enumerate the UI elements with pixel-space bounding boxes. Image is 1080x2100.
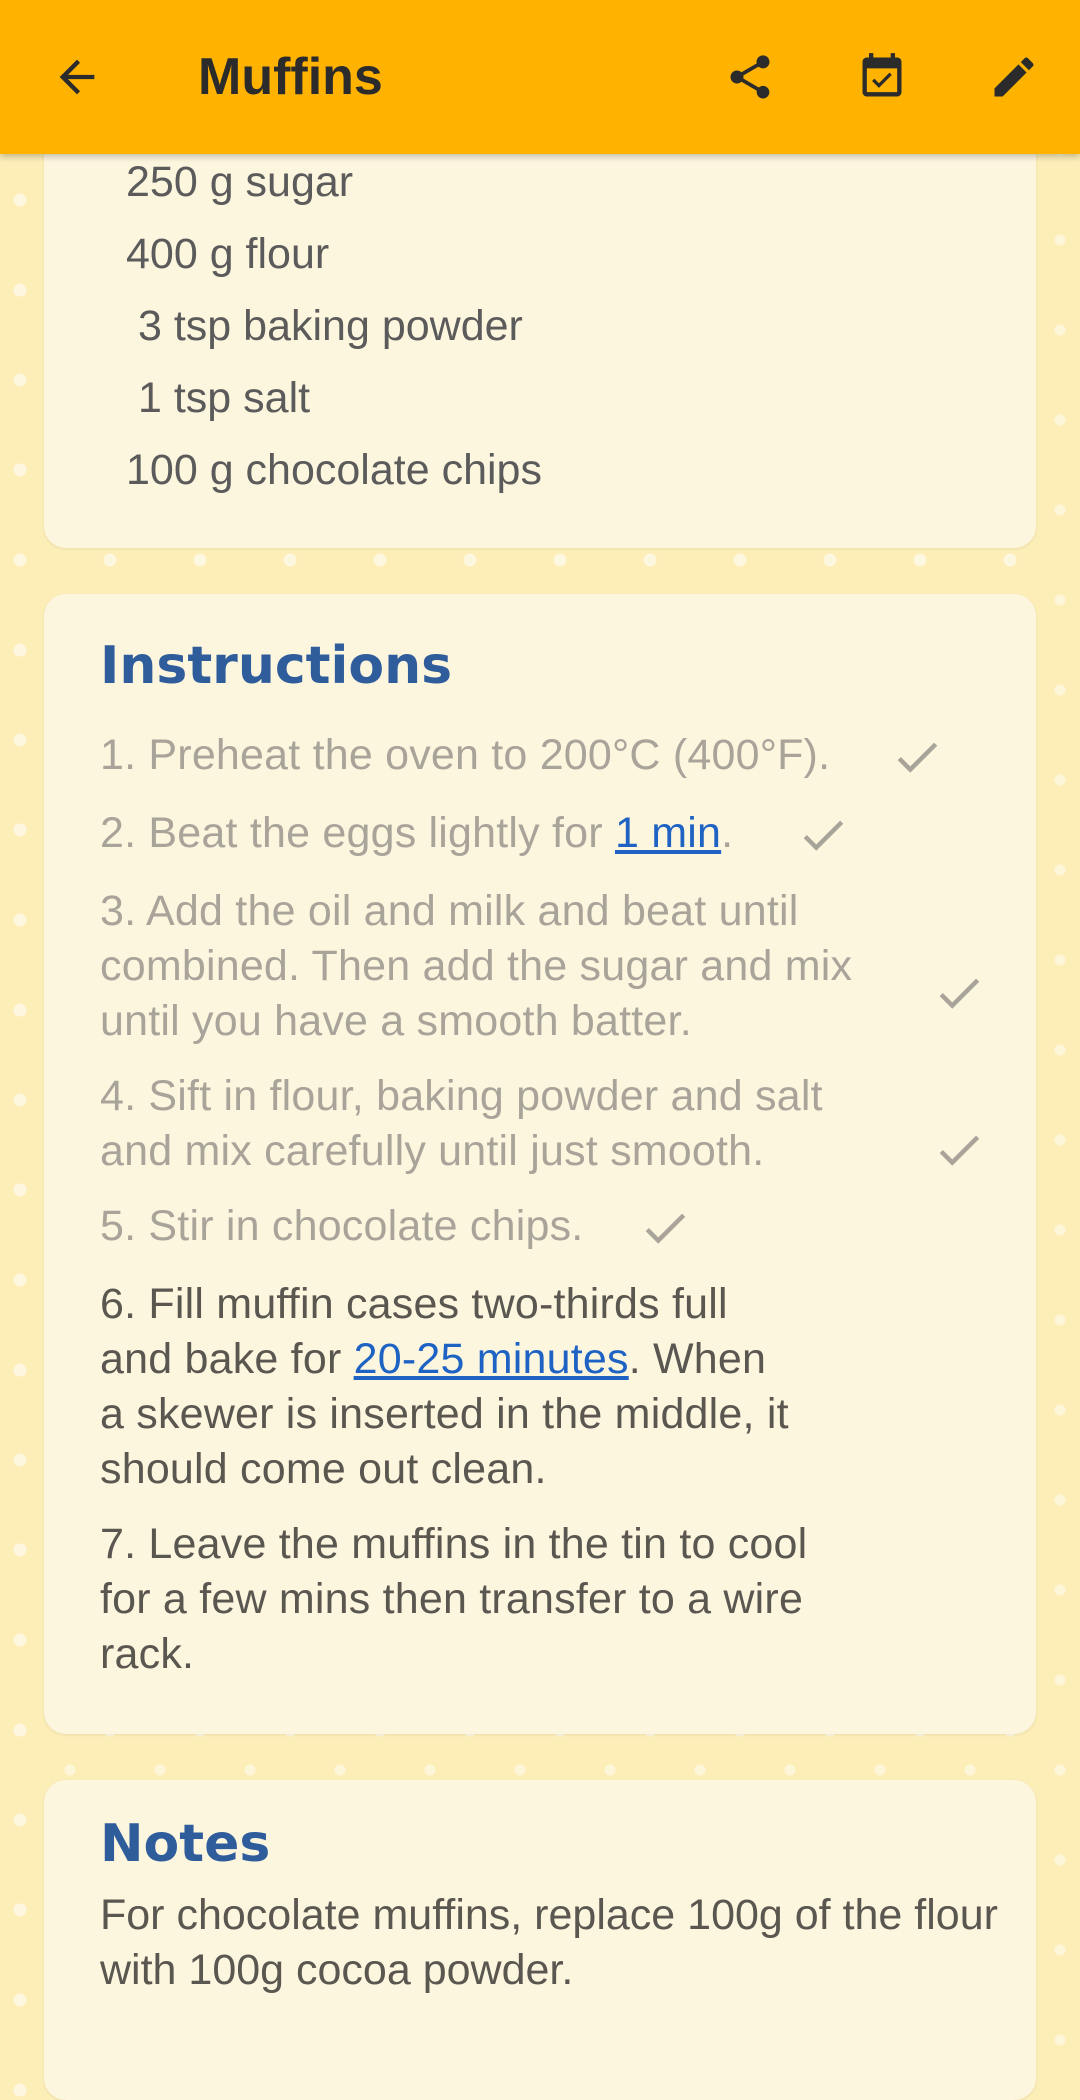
instruction-step[interactable]: 7. Leave the muffins in the tin to cool … <box>100 1517 807 1682</box>
step-text: Beat the eggs lightly for <box>148 809 615 857</box>
instructions-heading: Instructions <box>100 636 453 696</box>
ingredients-card: 250 g sugar 400 g flour 3 tsp baking pow… <box>44 120 1036 548</box>
step-text: Add the oil and milk and beat until <box>146 887 799 935</box>
instruction-step[interactable]: 5. Stir in chocolate chips. <box>100 1199 583 1254</box>
step-number: 6. <box>100 1280 137 1328</box>
add-to-calendar-button[interactable] <box>842 37 922 117</box>
step-number: 4. <box>100 1072 137 1120</box>
instruction-step[interactable]: 6. Fill muffin cases two-thirds full and… <box>100 1277 789 1497</box>
ingredient-item: 1 tsp salt <box>138 374 311 422</box>
step-number: 1. <box>100 731 137 779</box>
ingredient-item: 3 tsp baking powder <box>138 302 523 350</box>
instruction-step[interactable]: 1. Preheat the oven to 200°C (400°F). <box>100 728 830 783</box>
step-text: a skewer is inserted in the middle, it <box>100 1390 789 1438</box>
step-number: 7. <box>100 1520 137 1568</box>
check-icon <box>890 730 944 784</box>
timer-link[interactable]: 1 min <box>615 809 721 857</box>
calendar-check-icon <box>862 53 902 97</box>
step-text: . When <box>628 1335 767 1383</box>
step-number: 2. <box>100 809 137 857</box>
step-text: and mix carefully until just smooth. <box>100 1127 765 1175</box>
instruction-step[interactable]: 4. Sift in flour, baking powder and salt… <box>100 1069 823 1179</box>
back-button[interactable] <box>37 37 117 117</box>
step-text: combined. Then add the sugar and mix <box>100 942 853 990</box>
timer-link[interactable]: 20-25 minutes <box>354 1335 629 1383</box>
ingredient-item: 400 g flour <box>126 230 330 278</box>
edit-button[interactable] <box>974 37 1054 117</box>
share-button[interactable] <box>710 37 790 117</box>
instructions-card: Instructions 1. Preheat the oven to 200°… <box>44 594 1036 1734</box>
instruction-step[interactable]: 2. Beat the eggs lightly for 1 min. <box>100 806 733 861</box>
page-title: Muffins <box>198 48 383 106</box>
ingredient-item: 250 g sugar <box>126 158 354 206</box>
step-text: Leave the muffins in the tin to cool <box>148 1520 808 1568</box>
step-text: until you have a smooth batter. <box>100 997 692 1045</box>
ingredient-item: 100 g chocolate chips <box>126 446 542 494</box>
check-icon <box>932 966 986 1020</box>
app-bar: Muffins <box>0 0 1080 154</box>
step-text: should come out clean. <box>100 1445 547 1493</box>
step-text: Preheat the oven to 200°C (400°F). <box>148 731 831 779</box>
step-text: and bake for <box>100 1335 354 1383</box>
notes-text: For chocolate muffins, replace 100g of t… <box>100 1891 998 1994</box>
notes-card: Notes For chocolate muffins, replace 100… <box>44 1780 1036 2100</box>
step-text: Fill muffin cases two-thirds full <box>148 1280 728 1328</box>
check-icon <box>796 808 850 862</box>
step-text: rack. <box>100 1630 195 1678</box>
step-text: . <box>721 809 734 857</box>
step-number: 3. <box>100 887 137 935</box>
check-icon <box>638 1201 692 1255</box>
instruction-step[interactable]: 3. Add the oil and milk and beat until c… <box>100 884 852 1049</box>
step-text: for a few mins then transfer to a wire <box>100 1575 804 1623</box>
arrow-back-icon <box>59 59 95 95</box>
step-text: Stir in chocolate chips. <box>148 1202 584 1250</box>
share-icon <box>730 55 770 99</box>
step-text: Sift in flour, baking powder and salt <box>148 1072 823 1120</box>
notes-heading: Notes <box>100 1814 271 1874</box>
step-number: 5. <box>100 1202 137 1250</box>
edit-pencil-icon <box>994 57 1034 97</box>
check-icon <box>932 1123 986 1177</box>
